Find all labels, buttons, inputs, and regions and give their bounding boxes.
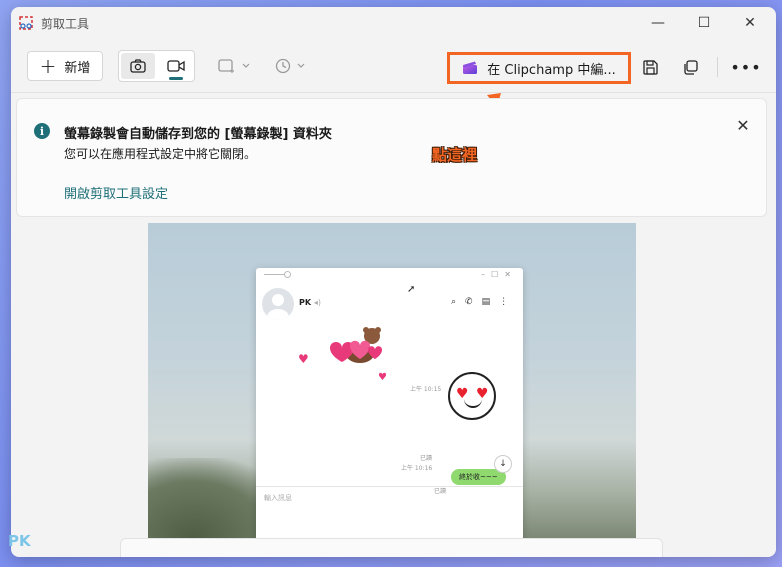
toolbar-divider: [11, 92, 776, 93]
active-mode-indicator: [169, 77, 183, 80]
edit-in-clipchamp-button[interactable]: 在 Clipchamp 中編...: [447, 52, 631, 84]
site-watermark: PK: [8, 532, 31, 550]
new-button[interactable]: + 新增: [27, 51, 103, 81]
scroll-down-icon: ↓: [494, 455, 512, 473]
chat-window-preview: –☐✕ ➚ PK ◂) ⌕ ✆ ▤ ⋮ ♥ ♥ 上午 10:15 ♥ ♥ 已讀 …: [256, 268, 523, 557]
delay-timer-dropdown[interactable]: [275, 53, 305, 79]
message-timestamp: 上午 10:15: [410, 386, 442, 393]
smile-mouth: [464, 398, 482, 408]
banner-message: 您可以在應用程式設定中將它關閉。: [64, 147, 257, 161]
toolbar-separator: [717, 57, 718, 77]
close-icon: ✕: [744, 15, 756, 31]
record-mode-button[interactable]: [159, 53, 193, 80]
avatar: [262, 288, 294, 320]
phone-icon: ✆: [465, 297, 473, 307]
minimize-button[interactable]: —: [635, 7, 681, 39]
info-banner: i 螢幕錄製會自動儲存到您的 [螢幕錄製] 資料夾 您可以在應用程式設定中將它關…: [16, 98, 767, 217]
new-button-label: 新增: [64, 60, 91, 76]
save-icon: [642, 59, 658, 75]
more-icon: •••: [730, 57, 762, 77]
copy-button[interactable]: [678, 55, 702, 79]
mouse-cursor-icon: ➚: [407, 284, 416, 295]
snipping-tool-window: 剪取工具 — ☐ ✕ + 新增 在 Clipchamp 中編... ••• i …: [11, 7, 776, 557]
chat-window-controls: –☐✕: [481, 270, 517, 279]
chat-header-icons: ⌕ ✆ ▤ ⋮: [451, 297, 508, 307]
video-camera-icon: [167, 60, 185, 72]
open-settings-link[interactable]: 開啟剪取工具設定: [64, 183, 168, 202]
chat-message-input: 輸入訊息: [264, 494, 292, 502]
chevron-down-icon: [242, 63, 250, 68]
recording-preview: –☐✕ ➚ PK ◂) ⌕ ✆ ▤ ⋮ ♥ ♥ 上午 10:15 ♥ ♥ 已讀 …: [148, 223, 636, 557]
capture-mode-toggle: [118, 50, 195, 82]
maximize-icon: ☐: [697, 15, 711, 31]
copy-icon: [683, 59, 698, 75]
annotation-label: 點這裡: [432, 146, 478, 164]
chat-opacity-knob: [284, 271, 291, 278]
more-options-button[interactable]: •••: [730, 55, 760, 79]
search-icon: ⌕: [451, 297, 457, 307]
rectangle-snip-icon: [218, 59, 234, 73]
toolbar: + 新增 在 Clipchamp 中編... •••: [11, 43, 776, 91]
message-timestamp: 上午 10:16: [401, 465, 433, 472]
snip-shape-dropdown[interactable]: [218, 53, 250, 79]
save-button[interactable]: [638, 55, 662, 79]
read-receipt: 已讀: [420, 455, 433, 462]
maximize-button[interactable]: ☐: [681, 7, 727, 39]
bear-hearts-sticker: [330, 327, 382, 363]
chat-input-divider: [256, 486, 523, 487]
close-window-button[interactable]: ✕: [727, 7, 773, 39]
dismiss-banner-button[interactable]: ✕: [733, 115, 753, 135]
more-icon: ⋮: [499, 297, 509, 307]
chevron-down-icon: [297, 63, 305, 68]
close-icon: ✕: [736, 115, 750, 135]
clipchamp-icon: [463, 61, 478, 74]
chat-titlebar: –☐✕: [256, 268, 523, 282]
title-bar: 剪取工具 — ☐ ✕: [11, 7, 776, 39]
plus-icon: +: [39, 54, 57, 78]
heart-sticker-small: ♥: [298, 352, 309, 366]
screenshot-mode-button[interactable]: [121, 53, 155, 79]
minimize-icon: —: [651, 15, 665, 31]
window-title: 剪取工具: [41, 17, 90, 31]
read-receipt: 已讀: [434, 488, 447, 495]
chat-contact-name: PK ◂): [299, 298, 321, 307]
snipping-tool-app-icon: [19, 16, 33, 30]
banner-title: 螢幕錄製會自動儲存到您的 [螢幕錄製] 資料夾: [64, 127, 332, 142]
camera-icon: [130, 59, 146, 73]
timer-icon: [275, 58, 291, 74]
notes-icon: ▤: [481, 297, 491, 307]
heart-eyes-emoji-sticker: ♥ ♥: [448, 372, 496, 420]
info-icon: i: [34, 123, 50, 139]
heart-sticker-small: ♥: [378, 372, 387, 383]
clipchamp-button-label: 在 Clipchamp 中編...: [487, 62, 616, 78]
playback-control-bar[interactable]: [120, 538, 663, 557]
